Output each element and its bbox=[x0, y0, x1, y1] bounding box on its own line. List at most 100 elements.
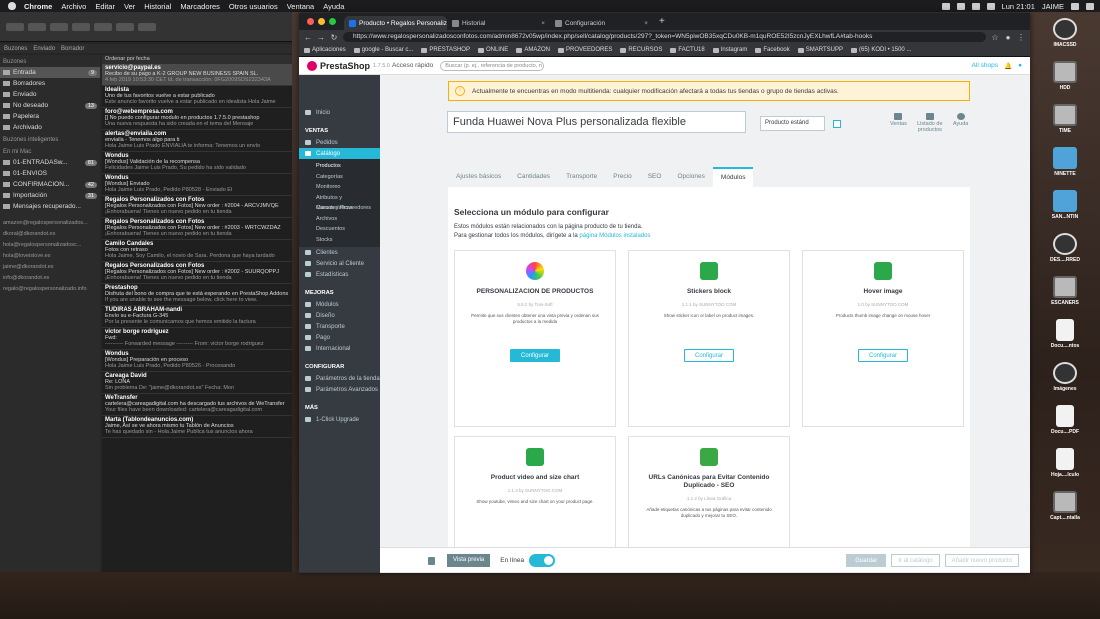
account-item[interactable]: info@dkorandot.es bbox=[0, 273, 100, 284]
reply-button[interactable] bbox=[94, 22, 112, 31]
local-folder[interactable]: 01-ENVIOS bbox=[0, 168, 100, 179]
bookmark-item[interactable]: RECURSOS bbox=[620, 47, 662, 53]
tab-cantidades[interactable]: Cantidades bbox=[509, 167, 558, 187]
sales-button[interactable]: Ventas bbox=[890, 113, 907, 133]
message-item[interactable]: Wondus [Wondus] Enviado Hola Jaime Luis Pr… bbox=[102, 174, 292, 196]
nav-clientes[interactable]: Clientes bbox=[299, 247, 380, 258]
account-item[interactable]: dkoral@dkorandot.es bbox=[0, 229, 100, 240]
battery-icon[interactable] bbox=[986, 2, 995, 10]
message-item[interactable]: alertas@enviaila.com enviaila - Tenemos a… bbox=[102, 130, 292, 152]
minimize-window-button[interactable] bbox=[318, 18, 325, 25]
notifications-icon[interactable]: 🔔 bbox=[1004, 62, 1012, 70]
nav-sub-marcas[interactable]: Marcas y Proveedores bbox=[299, 203, 380, 214]
close-tab-icon[interactable]: × bbox=[644, 20, 648, 27]
desktop-icon[interactable]: HDD bbox=[1034, 61, 1096, 91]
tab-historial[interactable]: Historial × bbox=[447, 16, 550, 30]
nav-pago[interactable]: Pago bbox=[299, 332, 380, 343]
nav-internacional[interactable]: Internacional bbox=[299, 343, 380, 354]
account-item[interactable]: amazon@regalospersonalizados... bbox=[0, 218, 100, 229]
bookmark-item[interactable]: PROVEEDORES bbox=[557, 47, 612, 53]
desktop-icon[interactable]: NINETTE bbox=[1034, 147, 1096, 177]
zoom-window-button[interactable] bbox=[329, 18, 336, 25]
mailbox-entrada[interactable]: Entrada 9 bbox=[0, 67, 100, 78]
on-my-mac-header[interactable]: En mi Mac bbox=[0, 145, 100, 157]
reload-icon[interactable]: ↻ bbox=[330, 33, 338, 42]
close-window-button[interactable] bbox=[307, 18, 314, 25]
desktop-icon[interactable]: ESCANERS bbox=[1034, 276, 1096, 306]
bookmark-item[interactable]: Aplicaciones bbox=[304, 47, 346, 53]
forward-button[interactable] bbox=[116, 22, 134, 31]
tab-producto[interactable]: Producto • Regalos Personaliz× bbox=[344, 16, 447, 30]
go-to-catalog-button[interactable]: Ir al catálogo bbox=[891, 554, 940, 567]
message-item[interactable]: Idealista Uno de tus favoritos vuelve a e… bbox=[102, 86, 292, 108]
nav-catalogo[interactable]: Catálogo bbox=[299, 148, 380, 159]
tab-precio[interactable]: Precio bbox=[605, 167, 639, 187]
product-name-input[interactable]: Funda Huawei Nova Plus personalizada fle… bbox=[447, 111, 746, 133]
message-item[interactable]: victor borge rodriguez Fwd: ---------- For… bbox=[102, 328, 292, 350]
desktop-icon[interactable]: Docu....ntos bbox=[1034, 319, 1096, 349]
tab-transporte[interactable]: Transporte bbox=[558, 167, 605, 187]
message-item[interactable]: servicio@paypal.es Recibo de su pago a K-… bbox=[102, 64, 292, 86]
bookmark-item[interactable]: (65) KODI • 1500 ... bbox=[850, 47, 911, 53]
fav-buzones[interactable]: Buzones bbox=[4, 46, 27, 52]
cloud-icon[interactable] bbox=[941, 2, 950, 10]
add-new-product-button[interactable]: Añadir nuevo producto bbox=[944, 554, 1019, 567]
nav-parametros-avanzados[interactable]: Parámetros Avanzados bbox=[299, 384, 380, 395]
desktop-icon[interactable]: Hoja....lculo bbox=[1034, 448, 1096, 478]
mailbox-borradores[interactable]: Borradores bbox=[0, 78, 100, 89]
url-bar[interactable]: https://www.regalospersonalizadosconfoto… bbox=[343, 32, 986, 42]
account-item[interactable]: hola@loveislove.es bbox=[0, 251, 100, 262]
menu-ver[interactable]: Ver bbox=[124, 2, 135, 11]
sort-header[interactable]: Ordenar por fecha bbox=[102, 55, 292, 64]
bookmark-item[interactable]: AMAZON bbox=[516, 47, 550, 53]
bookmark-item[interactable]: FACTU18 bbox=[670, 47, 705, 53]
profile-icon[interactable]: ● bbox=[1004, 33, 1012, 42]
mailbox-papelera[interactable]: Papelera bbox=[0, 111, 100, 122]
ps-search-input[interactable]: Buscar (p. ej., referencia de producto, … bbox=[440, 60, 545, 71]
product-list-button[interactable]: Listado de productos bbox=[917, 113, 943, 133]
nav-modulos[interactable]: Módulos bbox=[299, 299, 380, 310]
message-item[interactable]: Prestashop Disfruta del bono de compra qu… bbox=[102, 284, 292, 306]
nav-upgrade[interactable]: 1-Click Upgrade bbox=[299, 414, 380, 425]
bookmark-item[interactable]: Facebook bbox=[755, 47, 790, 53]
configure-button[interactable]: Configurar bbox=[857, 349, 908, 362]
user-name[interactable]: JAIME bbox=[1042, 2, 1064, 11]
volume-icon[interactable] bbox=[971, 2, 980, 10]
configure-button[interactable]: Configurar bbox=[509, 349, 560, 362]
product-options-checkbox[interactable] bbox=[833, 120, 841, 128]
message-item[interactable]: Marta (Tablondeanuncios.com) Jaime, Así s… bbox=[102, 416, 292, 438]
configure-button[interactable]: Configurar bbox=[683, 349, 734, 362]
help-button[interactable]: Ayuda bbox=[953, 113, 968, 133]
menu-editar[interactable]: Editar bbox=[95, 2, 115, 11]
nav-sub-archivos[interactable]: Archivos bbox=[299, 214, 380, 225]
bookmark-item[interactable]: google - Buscar c... bbox=[353, 47, 413, 53]
online-toggle[interactable] bbox=[529, 554, 556, 567]
menu-app[interactable]: Chrome bbox=[24, 2, 52, 11]
nav-sub-stocks[interactable]: Stocks bbox=[299, 235, 380, 246]
delete-product-icon[interactable] bbox=[428, 556, 435, 565]
message-item[interactable]: WeTransfer cartelera@careagadigital.com h… bbox=[102, 394, 292, 416]
message-item[interactable]: Wondus [Wondus] Preparación en proceso Hol… bbox=[102, 350, 292, 372]
nav-sub-descuentos[interactable]: Descuentos bbox=[299, 224, 380, 235]
save-button[interactable]: Guardar bbox=[846, 554, 887, 567]
bookmark-item[interactable]: SMARTSUPP bbox=[797, 47, 843, 53]
desktop-icon[interactable]: IMACSSD bbox=[1034, 18, 1096, 48]
nav-pedidos[interactable]: Pedidos bbox=[299, 137, 380, 148]
message-item[interactable]: Regalos Personalizados con Fotos [Regalos… bbox=[102, 196, 292, 218]
menu-otros-usuarios[interactable]: Otros usuarios bbox=[229, 2, 278, 11]
desktop-icon[interactable]: Docu....PDF bbox=[1034, 405, 1096, 435]
bookmark-item[interactable]: ONLINE bbox=[477, 47, 508, 53]
clock[interactable]: Lun 21:01 bbox=[1002, 2, 1035, 11]
get-mail-button[interactable] bbox=[6, 22, 24, 31]
fav-enviado[interactable]: Enviado bbox=[33, 46, 55, 52]
desktop-icon[interactable]: Imágenes bbox=[1034, 362, 1096, 392]
account-item[interactable]: regalo@regalospersonalizado.info bbox=[0, 284, 100, 295]
menu-list-icon[interactable] bbox=[1086, 2, 1094, 10]
delete-button[interactable] bbox=[72, 22, 90, 31]
installed-modules-link[interactable]: página Módulos instalados bbox=[579, 233, 650, 239]
bookmark-item[interactable]: Instagram bbox=[712, 47, 747, 53]
nav-diseno[interactable]: Diseño bbox=[299, 310, 380, 321]
menu-ayuda[interactable]: Ayuda bbox=[323, 2, 344, 11]
archive-button[interactable] bbox=[50, 22, 68, 31]
compose-button[interactable] bbox=[28, 22, 46, 31]
